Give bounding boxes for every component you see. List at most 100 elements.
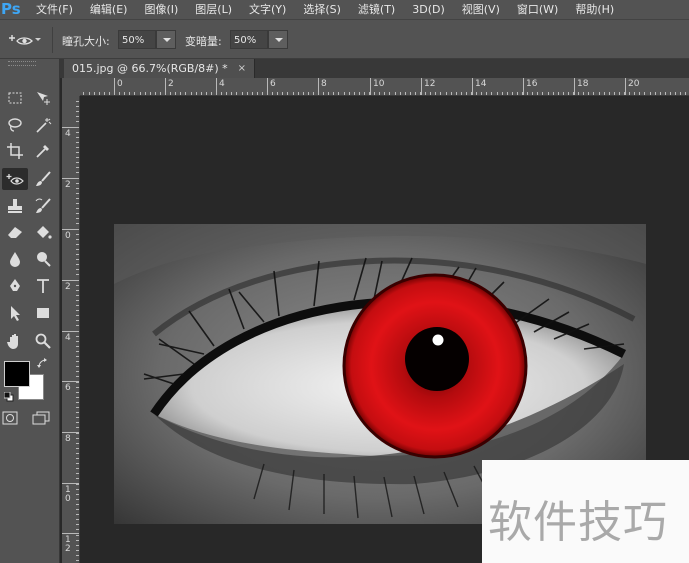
- watermark-text: 软件技巧: [488, 497, 668, 548]
- history-brush-icon: [35, 198, 51, 213]
- horizontal-ruler[interactable]: 0 2 4 6 8 10 12 14 16 18 20: [80, 78, 689, 96]
- ruler-tick: [343, 92, 345, 95]
- ruler-tick: [634, 92, 636, 95]
- crop-icon: [7, 143, 23, 159]
- clone-stamp-tool[interactable]: [2, 195, 28, 217]
- eraser-tool[interactable]: [2, 221, 28, 243]
- ruler-tick: [221, 92, 223, 95]
- ruler-tick: [119, 92, 121, 95]
- panel-grip[interactable]: [8, 61, 36, 66]
- rectangle-tool[interactable]: [30, 302, 56, 324]
- ruler-tick: [185, 92, 187, 95]
- ruler-tick: [76, 478, 79, 480]
- menu-window[interactable]: 窗口(W): [517, 0, 558, 19]
- eyedropper-tool[interactable]: [30, 140, 56, 162]
- ruler-label: 0: [65, 231, 71, 241]
- ruler-tick: [76, 248, 79, 250]
- ruler-tick: [76, 432, 79, 434]
- ruler-tick: [76, 141, 79, 143]
- document-tab[interactable]: 015.jpg @ 66.7%(RGB/8#) * ×: [64, 59, 256, 78]
- pen-tool[interactable]: [2, 275, 28, 297]
- ruler-tick: [435, 92, 437, 95]
- quick-mask-button[interactable]: [2, 411, 18, 428]
- ruler-tick: [272, 92, 274, 95]
- ruler-tick: [76, 366, 79, 368]
- divider: [52, 27, 53, 53]
- ruler-tick: [460, 92, 462, 95]
- ruler-tick: [236, 92, 238, 95]
- ruler-tick: [409, 92, 411, 95]
- ruler-tick: [76, 549, 79, 551]
- ruler-major-tick: [114, 78, 115, 95]
- menu-edit[interactable]: 编辑(E): [90, 0, 128, 19]
- ruler-tick: [83, 92, 85, 95]
- pupil-size-field[interactable]: 50%: [118, 30, 156, 49]
- paint-bucket-tool[interactable]: [30, 221, 56, 243]
- ruler-tick: [76, 121, 79, 123]
- brush-icon: [36, 171, 51, 186]
- ruler-tick: [76, 361, 79, 363]
- blur-tool[interactable]: [2, 248, 28, 270]
- marquee-tool[interactable]: [2, 87, 28, 109]
- path-selection-icon: [11, 306, 20, 321]
- pupil-size-dropdown-button[interactable]: [156, 30, 176, 49]
- menu-view[interactable]: 视图(V): [462, 0, 500, 19]
- ruler-tick: [76, 187, 79, 189]
- menu-select[interactable]: 选择(S): [303, 0, 341, 19]
- menu-file[interactable]: 文件(F): [36, 0, 73, 19]
- menu-help[interactable]: 帮助(H): [575, 0, 614, 19]
- ruler-tick: [76, 305, 79, 306]
- ruler-tick: [685, 92, 687, 95]
- ruler-tick: [76, 376, 79, 378]
- zoom-tool[interactable]: [30, 330, 56, 352]
- hand-tool[interactable]: [2, 330, 28, 352]
- ruler-tick: [328, 92, 330, 95]
- type-tool[interactable]: [30, 275, 56, 297]
- screen-mode-button[interactable]: [32, 411, 52, 428]
- ruler-tick: [256, 92, 258, 95]
- history-brush-tool[interactable]: [30, 195, 56, 217]
- red-eye-tool[interactable]: [2, 168, 28, 190]
- ruler-tick: [532, 92, 534, 95]
- ruler-tick: [88, 92, 90, 95]
- ruler-tick: [241, 92, 243, 95]
- vertical-ruler[interactable]: 4 2 0 2 4 6 8 10 12: [62, 96, 80, 563]
- ruler-tick: [76, 427, 79, 429]
- ruler-label: 14: [475, 79, 487, 89]
- tool-preset-picker[interactable]: [8, 30, 48, 50]
- menu-3d[interactable]: 3D(D): [412, 0, 445, 19]
- brush-tool[interactable]: [30, 168, 56, 190]
- ruler-origin[interactable]: [62, 78, 80, 96]
- dodge-tool[interactable]: [30, 248, 56, 270]
- lasso-tool[interactable]: [2, 114, 28, 136]
- close-tab-button[interactable]: ×: [238, 63, 246, 74]
- ruler-tick: [76, 529, 79, 531]
- eyedropper-icon: [36, 145, 49, 158]
- move-tool[interactable]: [30, 87, 56, 109]
- ruler-tick: [639, 92, 641, 95]
- menu-image[interactable]: 图像(I): [144, 0, 178, 19]
- ruler-tick: [98, 92, 100, 95]
- ruler-tick: [200, 92, 202, 95]
- ruler-tick: [76, 412, 79, 414]
- darken-amount-label: 变暗量:: [185, 35, 222, 48]
- ruler-tick: [450, 92, 452, 95]
- crop-tool[interactable]: [2, 140, 28, 162]
- ruler-tick: [277, 92, 279, 95]
- ruler-label: 10: [65, 485, 71, 504]
- menu-layer[interactable]: 图层(L): [195, 0, 232, 19]
- default-colors-icon[interactable]: [3, 391, 14, 405]
- foreground-color-swatch[interactable]: [4, 361, 30, 387]
- menu-type[interactable]: 文字(Y): [249, 0, 286, 19]
- ruler-tick: [654, 92, 656, 95]
- swap-colors-icon[interactable]: [37, 358, 49, 373]
- ruler-major-tick: [421, 78, 422, 95]
- ruler-tick: [76, 182, 79, 184]
- darken-amount-dropdown-button[interactable]: [268, 30, 288, 49]
- ruler-tick: [527, 92, 529, 95]
- darken-amount-field[interactable]: 50%: [230, 30, 268, 49]
- magic-wand-tool[interactable]: [30, 114, 56, 136]
- menu-filter[interactable]: 滤镜(T): [358, 0, 395, 19]
- path-selection-tool[interactable]: [2, 302, 28, 324]
- ruler-tick: [175, 92, 177, 95]
